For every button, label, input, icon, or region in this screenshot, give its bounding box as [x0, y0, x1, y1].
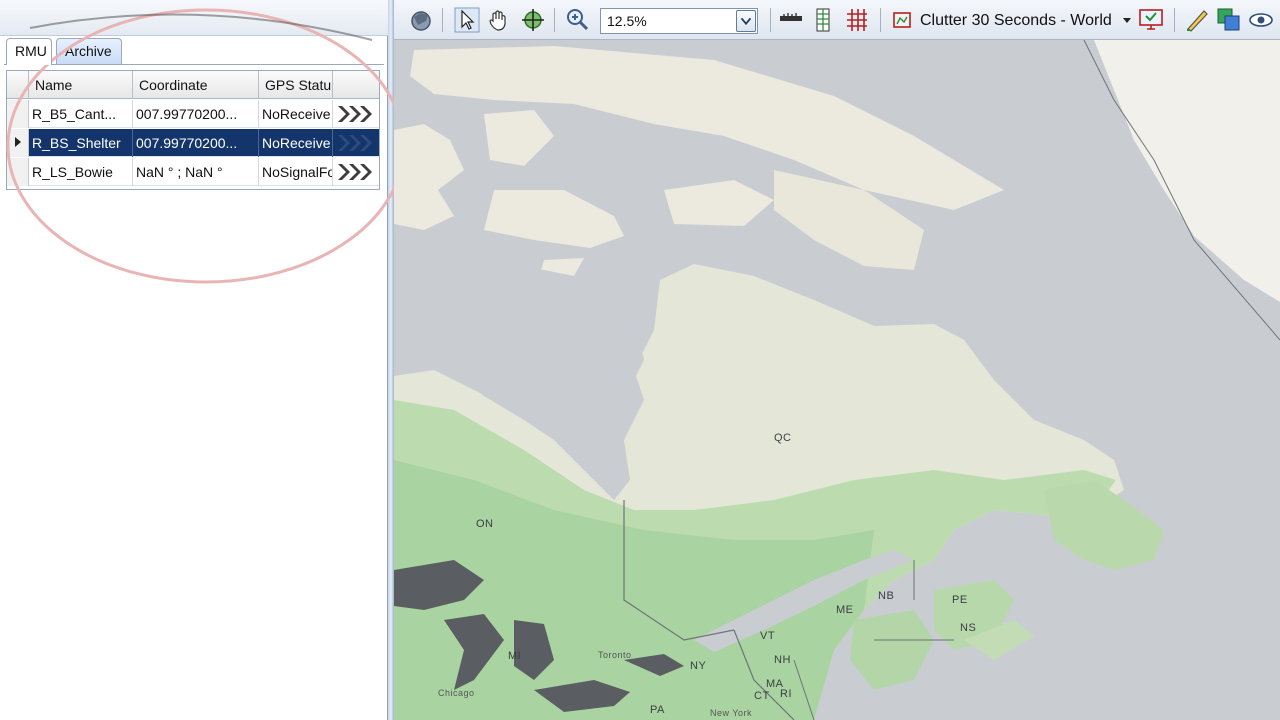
map-label: NH — [774, 654, 791, 666]
globe-layers-icon[interactable] — [408, 7, 434, 33]
copy-layers-icon[interactable] — [1216, 7, 1242, 33]
map-label: PE — [952, 594, 968, 606]
map-canvas[interactable]: ON QC NB NS PE ME VT NH MA CT RI NY PA M… — [394, 40, 1280, 720]
zoom-in-icon[interactable] — [564, 7, 590, 33]
zoom-value: 12.5% — [607, 13, 647, 29]
zoom-select[interactable]: 12.5% — [600, 8, 758, 34]
select-pointer-icon[interactable] — [454, 7, 480, 33]
pan-hand-icon[interactable] — [486, 7, 512, 33]
map-toolbar: 12.5% Clutter 30 Seconds - World — [394, 0, 1280, 40]
tab-rmu[interactable]: RMU — [6, 38, 52, 65]
screen-export-icon[interactable] — [1138, 7, 1164, 33]
toolbar-separator — [1174, 8, 1175, 32]
toolbar-separator — [770, 8, 771, 32]
toolbar-separator — [442, 8, 443, 32]
grid-overlay-icon[interactable] — [844, 7, 870, 33]
map-label-city: New York — [710, 708, 753, 718]
map-label: NB — [878, 590, 895, 602]
layer-select-label[interactable]: Clutter 30 Seconds - World — [920, 8, 1112, 34]
map-label-city: Toronto — [598, 650, 632, 660]
map-label: NY — [690, 660, 707, 672]
map-label: VT — [760, 630, 776, 642]
map-label-city: Chicago — [438, 688, 475, 698]
annotation-circle — [6, 8, 406, 284]
chevron-down-icon[interactable] — [736, 10, 756, 32]
map-label: QC — [774, 432, 792, 444]
map-label: PA — [650, 704, 665, 716]
ruler-icon[interactable] — [778, 7, 804, 33]
center-target-icon[interactable] — [520, 7, 546, 33]
toolbar-separator — [880, 8, 881, 32]
map-label: MI — [508, 650, 522, 662]
measure-pencil-icon[interactable] — [1184, 7, 1210, 33]
map-label: CT — [754, 690, 770, 702]
map-label: NS — [960, 622, 977, 634]
map-label: ME — [836, 604, 854, 616]
clutter-layer-icon[interactable] — [890, 7, 916, 33]
map-label: ON — [476, 518, 494, 530]
toolbar-separator — [554, 8, 555, 32]
terrain-map — [394, 40, 1280, 720]
map-label: RI — [780, 688, 792, 700]
grid-legend-icon[interactable] — [810, 7, 836, 33]
eye-view-icon[interactable] — [1248, 7, 1274, 33]
caret-down-icon[interactable] — [1123, 18, 1131, 23]
